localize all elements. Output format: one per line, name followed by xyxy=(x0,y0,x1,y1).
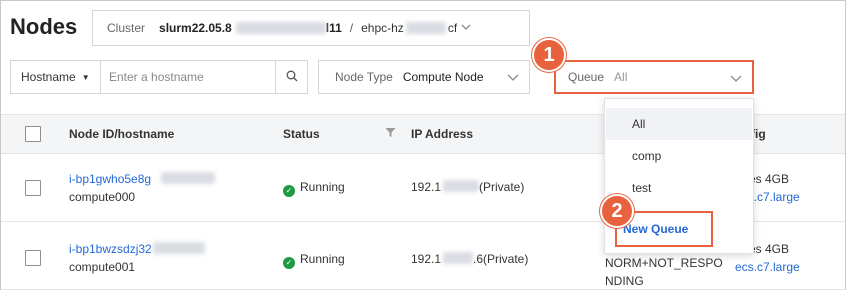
ip-suffix: .6(Private) xyxy=(473,252,529,266)
callout-badge-2: 2 xyxy=(600,194,634,228)
caret-down-icon: ▼ xyxy=(81,72,90,82)
cluster-name-suffix: l11 xyxy=(325,21,342,35)
redacted-text xyxy=(161,172,215,184)
queue-filter[interactable]: Queue All xyxy=(554,60,754,94)
hostname-select-label: Hostname xyxy=(21,70,76,84)
ip-suffix: (Private) xyxy=(479,180,525,194)
redacted-text xyxy=(405,22,446,34)
search-button[interactable] xyxy=(275,61,307,93)
node-hostname: compute000 xyxy=(69,190,136,204)
select-all-checkbox[interactable] xyxy=(25,126,41,142)
chevron-down-icon xyxy=(507,71,519,85)
page-title: Nodes xyxy=(10,14,78,39)
node-type-value: Compute Node xyxy=(402,70,484,84)
queue-value: All xyxy=(614,70,628,84)
cluster-separator: / xyxy=(349,21,354,35)
chevron-down-icon xyxy=(730,72,742,86)
node-type-label: Node Type xyxy=(335,70,393,84)
cluster-name: slurm22.05.8 xyxy=(159,21,232,35)
row-checkbox[interactable] xyxy=(25,250,41,266)
status-badge: ✓ Running xyxy=(283,252,345,269)
redacted-text xyxy=(443,180,479,192)
queue-option-comp[interactable]: comp xyxy=(606,140,752,172)
instance-type-link[interactable]: ecs.c7.large xyxy=(735,260,800,274)
node-state: NORM+NOT_RESPO xyxy=(605,256,723,270)
search-icon xyxy=(286,70,298,85)
check-circle-icon: ✓ xyxy=(283,257,295,269)
ip-prefix: 192.1 xyxy=(411,252,442,266)
redacted-text xyxy=(153,242,205,254)
node-id-link[interactable]: i-bp1gwho5e8g xyxy=(69,172,151,186)
status-text: Running xyxy=(300,252,345,266)
node-type-filter[interactable]: Node Type Compute Node xyxy=(318,60,530,94)
header-status: Status xyxy=(283,127,320,141)
queue-option-all[interactable]: All xyxy=(606,108,752,140)
cluster-label: Cluster xyxy=(107,21,146,35)
header-node-id: Node ID/hostname xyxy=(69,127,175,141)
queue-label: Queue xyxy=(568,70,605,84)
status-badge: ✓ Running xyxy=(283,180,345,197)
cluster-id-suffix: cf xyxy=(447,21,458,35)
redacted-text xyxy=(443,252,473,264)
header-ip-address: IP Address xyxy=(411,127,474,141)
hostname-field-select[interactable]: Hostname ▼ xyxy=(11,61,101,93)
check-circle-icon: ✓ xyxy=(283,185,295,197)
cluster-id: ehpc-hz xyxy=(361,21,404,35)
redacted-text xyxy=(235,22,326,34)
callout-badge-1: 1 xyxy=(532,38,566,72)
filter-funnel-icon[interactable] xyxy=(385,127,396,141)
node-state-continued: NDING xyxy=(605,274,644,288)
hostname-filter: Hostname ▼ xyxy=(10,60,308,94)
row-checkbox[interactable] xyxy=(25,180,41,196)
node-hostname: compute001 xyxy=(69,260,136,274)
status-text: Running xyxy=(300,180,345,194)
ip-prefix: 192.1 xyxy=(411,180,442,194)
cluster-selector[interactable]: Cluster slurm22.05.8 l11 / ehpc-hz cf xyxy=(92,10,530,46)
queue-dropdown-menu: All comp test New Queue xyxy=(604,98,754,254)
hostname-search-input[interactable] xyxy=(101,61,275,93)
node-id-link[interactable]: i-bp1bwzsdzj32 xyxy=(69,242,152,256)
chevron-down-icon xyxy=(461,22,471,34)
